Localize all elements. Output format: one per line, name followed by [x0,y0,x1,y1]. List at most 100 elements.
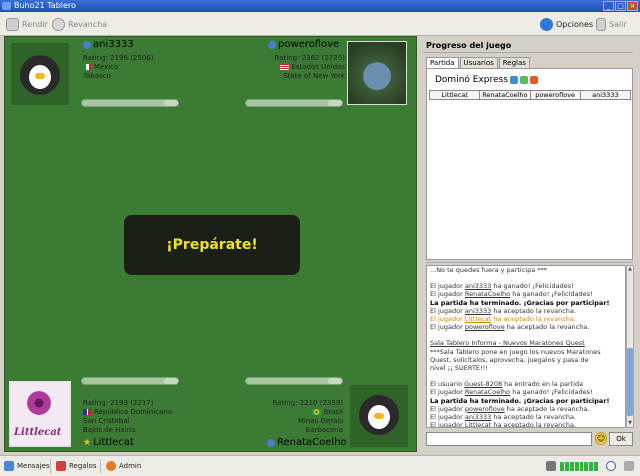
tab-usuarios[interactable]: Usuarios [459,57,498,68]
rendir-label: Rendir [22,19,48,29]
chat-message: El jugador Littlecat ha aceptado la reva… [430,421,576,428]
ok-button[interactable]: Ok [609,432,633,446]
help-icon[interactable] [624,460,634,472]
avatar-top-left [11,43,69,105]
regalos-button[interactable]: Regalos [56,460,96,472]
chat-username-link[interactable]: Littlecat [465,315,491,323]
player-name-top-right[interactable]: poweroflove [268,39,339,50]
chat-message: El jugador ani3333 ha ganado! ¡Felicidad… [430,282,574,291]
game-title: Dominó Express [435,75,538,85]
smiley-icon[interactable]: ☺ [595,432,607,445]
chat-username-link[interactable]: ani3333 [465,307,491,315]
user-icon [268,40,276,49]
network-icon [546,460,556,472]
chat-username-link[interactable]: poweroflove [465,405,505,413]
scroll-down-icon[interactable]: ▼ [627,420,633,427]
mensajes-button[interactable]: Mensajes [4,460,50,472]
player-info-top-right: Rating: 2362 (2725) Estados Unidos State… [274,54,345,80]
gift-icon [56,461,66,471]
player-info-bottom-left: Rating: 2193 (2217) República Dominicana… [83,399,173,434]
orchid-icon [24,388,54,418]
chat-username-link[interactable]: RenataCoelho [465,388,510,396]
exit-icon [596,17,606,31]
chat-message: El jugador RenataCoelho ha ganado! ¡Feli… [430,388,593,397]
revancha-label: Revancha [68,19,108,29]
chat-message [430,331,624,339]
chat-message: El usuario Guest-8208 ha entrado en la p… [430,380,584,389]
divider [100,459,101,473]
timer-bar-bottom-left [81,377,179,385]
player-name-bottom-right[interactable]: RenataCoelho [267,437,347,448]
avatar-bottom-right [350,385,408,447]
chat-message: El jugador poweroflove ha aceptado la re… [430,323,590,332]
side-panel: Progreso del juego Partida Usuarios Regl… [421,36,637,452]
chat-username-link[interactable]: ani3333 [465,282,491,290]
messages-icon [4,461,14,471]
chat-message: ***Sala Tablero pone en juego los nuevos… [430,347,601,356]
brazil-flag-icon [312,409,322,415]
refresh-icon [519,76,528,84]
salir-label: Salir [609,19,627,29]
minimize-button[interactable]: _ [603,1,614,11]
chat-message: El jugador RenataCoelho ha ganado! ¡Feli… [430,290,593,299]
scroll-up-icon[interactable]: ▲ [627,266,633,273]
player-name-bottom-left[interactable]: ★ Littlecat [83,437,134,448]
player-info-top-left: Rating: 2196 (2506) México Tabasco [83,54,154,80]
divider [50,459,51,473]
game-board: ani3333 Rating: 2196 (2506) México Tabas… [4,36,417,452]
chat-log: ...No te quedes fuera y participa *** El … [426,265,626,428]
toolbar: Rendir Revancha Opciones Salir [0,12,640,36]
chat-message: El jugador Littlecat ha aceptado la reva… [430,315,576,324]
player-info-bottom-right: Rating: 2210 (2359) Brasil Minas Gerais … [272,399,343,434]
salir-button[interactable]: Salir [596,17,627,31]
timer-bar-top-left [81,99,179,107]
clock-icon [606,460,616,472]
chat-message: El jugador ani3333 ha aceptado la revanc… [430,306,577,315]
opciones-button[interactable]: Opciones [540,17,593,31]
admin-button[interactable]: Admin [106,460,141,472]
timer-bar-bottom-right [245,377,343,385]
dominican-flag-icon [83,409,92,415]
chat-input[interactable] [426,432,592,446]
timer-bar-top-right [245,99,343,107]
chat-username-link[interactable]: ani3333 [465,413,491,421]
flag-icon [6,17,19,31]
gear-icon [540,17,553,31]
admin-icon [106,461,116,471]
usa-flag-icon [280,64,290,70]
chat-username-link[interactable]: poweroflove [465,323,505,331]
window-title: Buho21 Tablero [14,1,76,10]
star-icon: ★ [83,437,92,448]
tab-reglas[interactable]: Reglas [498,57,530,68]
opciones-label: Opciones [556,19,594,29]
close-window-button[interactable]: × [627,1,638,11]
window-titlebar: Buho21 Tablero _ □ × [0,0,640,12]
user-icon [267,438,275,447]
chat-message: nivel ¡¡ SUERTE!!! [430,364,488,373]
revancha-icon [52,17,65,31]
chat-message: Quest, solicítalos, aprovecha, juegalos … [430,355,589,364]
scroll-thumb[interactable] [627,348,633,416]
chat-message: ...No te quedes fuera y participa *** [430,266,548,274]
tab-partida[interactable]: Partida [426,57,459,68]
chat-username-link[interactable]: Littlecat [465,421,491,427]
player-name-top-left[interactable]: ani3333 [83,39,134,50]
user-icon [83,40,91,49]
chat-scrollbar[interactable]: ▲ ▼ [626,265,634,428]
connection-meter [560,462,598,471]
rendir-button[interactable]: Rendir [6,17,48,31]
divider [423,52,633,53]
chat-message: La partida ha terminado. ¡Gracias por pa… [430,298,610,307]
player-column: Littlecat [430,91,481,99]
revancha-button[interactable]: Revancha [52,17,107,31]
avatar-photo-top-right [347,41,407,105]
game-progress-panel: Dominó Express Littlecat RenataCoelho po… [426,68,633,260]
players-row: Littlecat RenataCoelho poweroflove ani33… [429,90,631,100]
chat-username-link[interactable]: Guest-8208 [464,380,502,388]
chat-username-link[interactable]: RenataCoelho [465,290,510,298]
chat-message [430,274,624,282]
maximize-button[interactable]: □ [615,1,626,11]
chat-lines: ...No te quedes fuera y participa *** El … [430,266,624,428]
side-panel-title: Progreso del juego [426,41,512,50]
side-tabs: Partida Usuarios Reglas [426,57,531,68]
